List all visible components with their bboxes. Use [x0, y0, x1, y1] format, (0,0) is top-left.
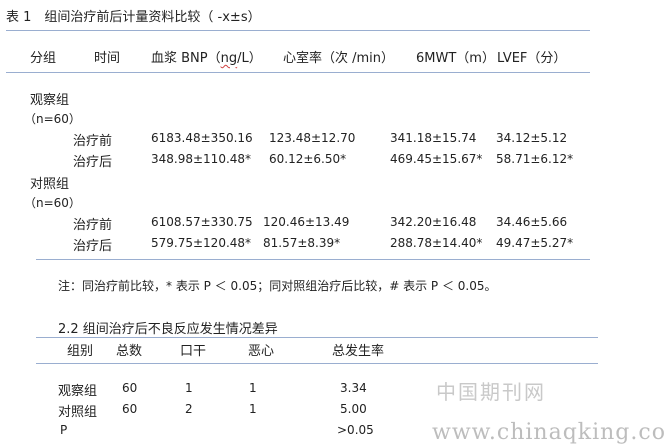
cell-heart-rate: 60.12±6.50*	[269, 152, 347, 166]
cell-nausea: 1	[249, 381, 257, 395]
group-name: 对照组	[30, 177, 70, 192]
group-n: （n=60）	[24, 196, 81, 210]
cell-6mwt: 341.18±15.74	[390, 131, 477, 145]
header-rate: 总发生率	[332, 344, 385, 359]
header-heart-rate: 心室率（次 /min）	[283, 51, 395, 66]
header-lvef: LVEF（分）	[497, 51, 567, 66]
cell-bnp: 348.98±110.48*	[151, 152, 252, 166]
header-nausea: 恶心	[248, 344, 275, 359]
table-title: 表 1 组间治疗前后计量资料比较（ -x±s）	[6, 10, 261, 25]
cell-lvef: 58.71±6.12*	[496, 152, 574, 166]
cell-6mwt: 342.20±16.48	[390, 215, 477, 229]
group-name: 观察组	[30, 93, 70, 108]
cell-rate: 3.34	[340, 381, 367, 395]
header-time: 时间	[94, 51, 121, 66]
cell-rate: >0.05	[337, 423, 374, 437]
row-time: 治疗前	[73, 218, 113, 233]
row-time: 治疗后	[73, 155, 113, 170]
row-time: 治疗后	[73, 239, 113, 254]
header-6mwt: 6MWT（m）	[416, 51, 495, 66]
cell-lvef: 34.12±5.12	[496, 131, 568, 145]
table-header-rule	[6, 72, 590, 73]
cell-bnp: 6183.48±350.16	[151, 131, 253, 145]
cell-lvef: 34.46±5.66	[496, 215, 568, 229]
row-time: 治疗前	[73, 134, 113, 149]
cell-rate: 5.00	[340, 402, 367, 416]
group-n: （n=60）	[24, 112, 81, 126]
cell-heart-rate: 81.57±8.39*	[263, 236, 341, 250]
cell-dry-mouth: 2	[185, 402, 193, 416]
header-dry-mouth: 口干	[180, 344, 207, 359]
watermark-url: www.chinaqking.com	[432, 420, 664, 445]
row-group: 观察组	[58, 384, 98, 399]
cell-6mwt: 469.45±15.67*	[390, 152, 483, 166]
table-note: 注：同治疗前比较，* 表示 P ＜ 0.05；同对照组治疗后比较，# 表示 P …	[58, 279, 497, 293]
cell-bnp: 579.75±120.48*	[151, 236, 252, 250]
cell-total: 60	[122, 402, 138, 416]
cell-heart-rate: 120.46±13.49	[263, 215, 350, 229]
cell-bnp: 6108.57±330.75	[151, 215, 253, 229]
section-table-header-rule	[36, 363, 598, 364]
table-top-rule	[6, 30, 590, 31]
cell-6mwt: 288.78±14.40*	[390, 236, 483, 250]
row-group: 对照组	[58, 405, 98, 420]
section-table-top-rule	[36, 337, 598, 338]
table-bottom-rule	[36, 259, 590, 260]
cell-dry-mouth: 1	[185, 381, 193, 395]
header-group: 组别	[67, 344, 94, 359]
header-group: 分组	[30, 51, 57, 66]
cell-lvef: 49.47±5.27*	[496, 236, 574, 250]
header-total: 总数	[116, 344, 143, 359]
cell-total: 60	[122, 381, 138, 395]
cell-nausea: 1	[249, 402, 257, 416]
header-bnp: 血浆 BNP（ng/L）	[151, 51, 262, 66]
row-group: P	[60, 423, 68, 437]
watermark-cn: 中国期刊网	[436, 380, 546, 404]
section-heading: 2.2 组间治疗后不良反应发生情况差异	[58, 322, 278, 337]
cell-heart-rate: 123.48±12.70	[269, 131, 356, 145]
